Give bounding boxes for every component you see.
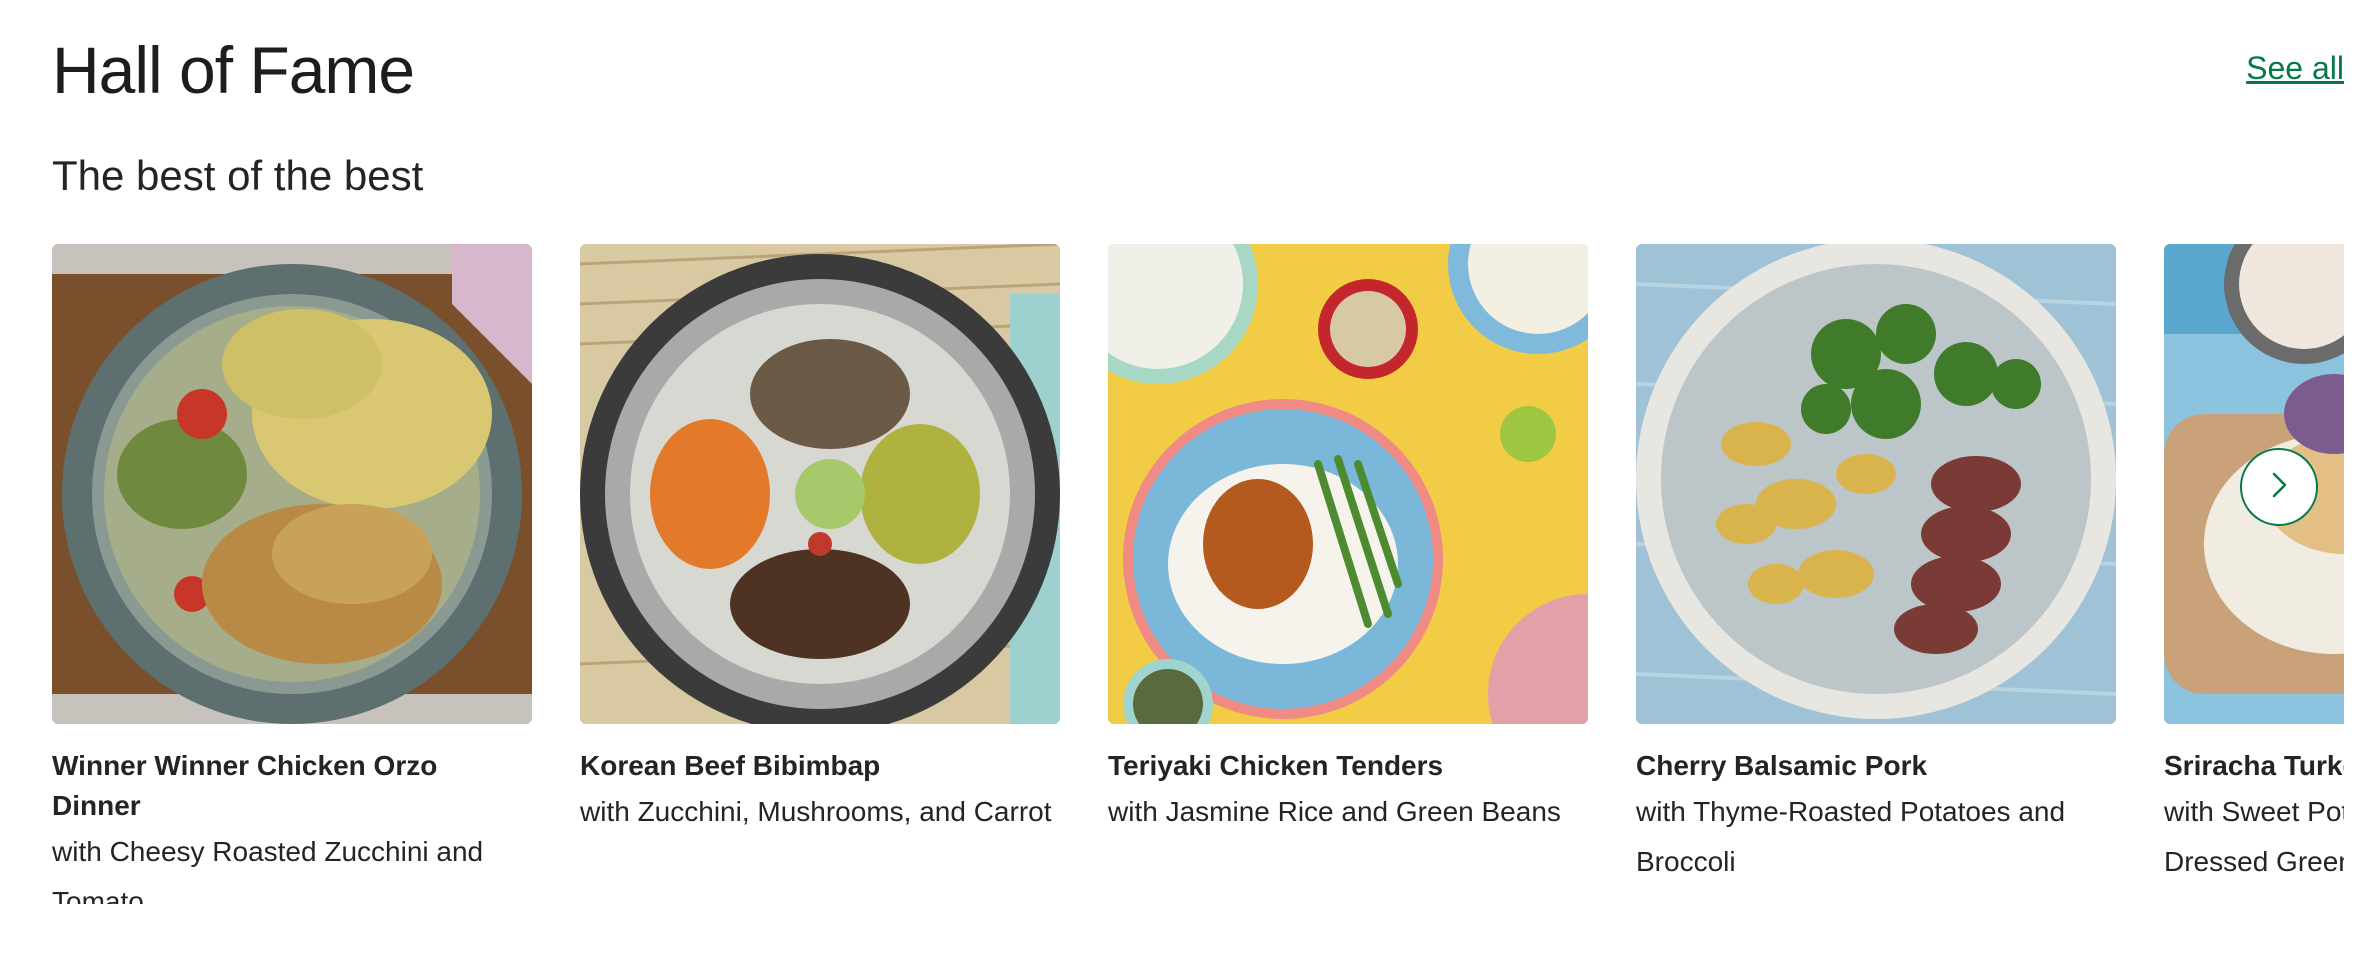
recipe-image[interactable]: [580, 244, 1060, 724]
section-subtitle: The best of the best: [52, 152, 424, 199]
chevron-right-icon: [2264, 470, 2294, 505]
recipe-card[interactable]: Cherry Balsamic Pork with Thyme-Roasted …: [1636, 244, 2116, 886]
recipe-image[interactable]: [1108, 244, 1588, 724]
recipe-description-line: with Zucchini, Mushrooms, and Carrot: [580, 796, 1052, 827]
recipe-description-line: Dressed Greens: [2164, 846, 2344, 877]
recipe-description-line: Tomato: [52, 886, 144, 904]
recipe-description-line: with Thyme-Roasted Potatoes and: [1636, 796, 2066, 827]
recipe-card[interactable]: Winner Winner Chicken Orzo Dinner with C…: [52, 244, 532, 904]
see-all-link[interactable]: See all: [2246, 50, 2344, 87]
recipe-name: Teriyaki Chicken Tenders: [1108, 750, 1444, 781]
recipe-description-line: with Jasmine Rice and Green Beans: [1108, 796, 1561, 827]
recipe-card[interactable]: Sriracha Turkey with Sweet Pota Dressed …: [2164, 244, 2344, 886]
recipe-name: Winner Winner Chicken Orzo Dinner: [52, 750, 438, 821]
carousel-next-button[interactable]: [2240, 448, 2318, 526]
recipe-name: Cherry Balsamic Pork: [1636, 750, 1928, 781]
recipe-card[interactable]: Teriyaki Chicken Tenders with Jasmine Ri…: [1108, 244, 1588, 838]
recipe-description-line: Broccoli: [1636, 846, 1736, 877]
recipe-carousel: Winner Winner Chicken Orzo Dinner with C…: [52, 244, 2344, 904]
section-title: Hall of Fame: [52, 33, 415, 107]
recipe-name: Sriracha Turkey: [2164, 750, 2344, 781]
recipe-image[interactable]: [1636, 244, 2116, 724]
recipe-image[interactable]: [52, 244, 532, 724]
recipe-description-line: with Cheesy Roasted Zucchini and: [52, 836, 484, 867]
recipe-description-line: with Sweet Pota: [2164, 796, 2344, 827]
recipe-card[interactable]: Korean Beef Bibimbap with Zucchini, Mush…: [580, 244, 1060, 838]
recipe-name: Korean Beef Bibimbap: [580, 750, 881, 781]
